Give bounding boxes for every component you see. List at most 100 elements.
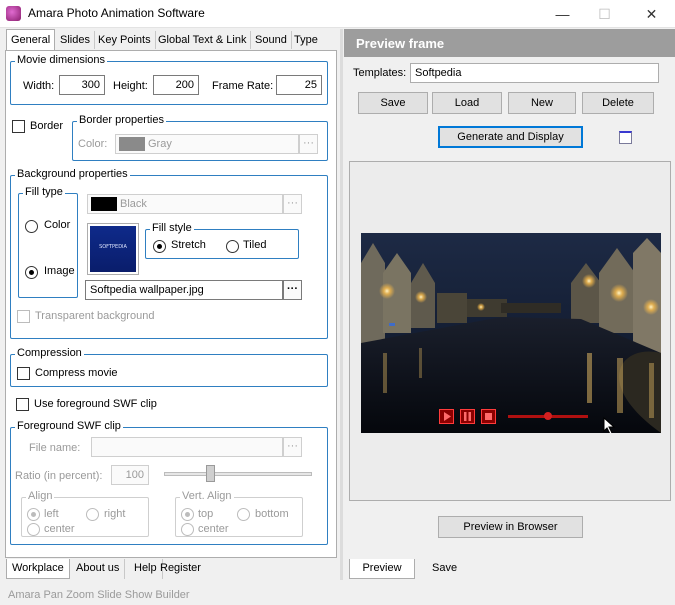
border-color-browse-button[interactable]: ··· [299,134,318,154]
frame-rate-input[interactable]: 25 [276,75,322,95]
background-image-file-input[interactable]: Softpedia wallpaper.jpg [85,280,283,300]
border-checkbox[interactable] [12,120,25,133]
right-bottom-tabs: Preview Save [349,559,675,579]
valign-center-radio[interactable] [181,523,194,536]
width-label: Width: [23,80,55,92]
background-color-field[interactable]: Black [87,194,283,214]
thumbnail-text: SOFTPEDIA [90,226,136,272]
transparent-background-label: Transparent background [35,310,155,322]
tab-general[interactable]: General [6,29,56,50]
window-icon[interactable] [619,131,632,144]
stretch-label: Stretch [171,239,206,251]
compress-movie-checkbox[interactable] [17,367,30,380]
background-properties-title: Background properties [15,168,130,180]
frame-rate-label: Frame Rate: [212,80,274,92]
ratio-slider-thumb[interactable] [205,465,215,482]
valign-bottom-label: bottom [255,508,289,520]
status-bar: Amara Pan Zoom Slide Show Builder [8,589,190,601]
mouse-cursor-icon [603,417,616,433]
ratio-label: Ratio (in percent): [15,470,103,482]
align-center-label: center [44,523,75,535]
delete-template-button[interactable]: Delete [582,92,654,114]
fill-style-title: Fill style [150,222,194,234]
stop-icon [485,413,492,420]
ratio-input[interactable]: 100 [111,465,149,485]
fill-type-title: Fill type [23,186,65,198]
fill-type-group: Fill type Color Image [18,186,78,298]
playback-thumb[interactable] [544,412,552,420]
close-button[interactable]: ✕ [629,0,674,28]
save-template-button[interactable]: Save [358,92,428,114]
border-properties-title: Border properties [77,114,166,126]
background-properties-group: Background properties Fill type Color Im… [10,168,328,339]
settings-tabs: General Slides Key Points Global Text & … [6,29,336,50]
tab-slides[interactable]: Slides [56,31,95,49]
tab-sound[interactable]: Sound [251,31,292,49]
width-input[interactable]: 300 [59,75,105,95]
height-input[interactable]: 200 [153,75,199,95]
align-left-radio[interactable] [27,508,40,521]
background-image-browse-button[interactable]: ··· [283,280,302,300]
templates-input[interactable]: Softpedia [410,63,659,83]
compression-title: Compression [15,347,84,359]
load-template-button[interactable]: Load [432,92,502,114]
general-panel: Movie dimensions Width: 300 Height: 200 … [5,50,337,558]
border-color-swatch [119,137,145,151]
compress-movie-label: Compress movie [35,367,118,379]
tiled-radio[interactable] [226,240,239,253]
maximize-button[interactable]: ☐ [582,0,627,28]
foreground-swf-title: Foreground SWF clip [15,420,123,432]
file-name-label: File name: [29,442,81,454]
stop-button[interactable] [481,409,496,424]
valign-top-label: top [198,508,214,520]
panel-divider[interactable] [340,29,343,580]
background-color-browse-button[interactable]: ··· [283,194,302,214]
border-color-label: Color: [78,138,108,150]
valign-bottom-radio[interactable] [237,508,250,521]
valign-top-radio[interactable] [181,508,194,521]
play-button[interactable] [439,409,454,424]
tab-workplace[interactable]: Workplace [6,559,70,579]
align-center-radio[interactable] [27,523,40,536]
minimize-button[interactable]: — [540,0,585,28]
compression-group: Compression Compress movie [10,347,328,387]
vert-align-title: Vert. Align [180,490,234,502]
app-icon [6,6,21,21]
window-title: Amara Photo Animation Software [28,6,205,20]
tab-save[interactable]: Save [427,559,462,579]
swf-browse-button[interactable]: ··· [283,437,302,457]
tab-type[interactable]: Type [290,31,322,49]
border-color-field[interactable]: Gray [115,134,299,154]
pause-icon [464,412,471,421]
fill-color-label: Color [44,219,71,231]
border-properties-group: Border properties Color: Gray ··· [72,114,328,161]
tab-register[interactable]: Register [155,559,206,579]
align-right-label: right [104,508,126,520]
transparent-background-checkbox[interactable] [17,310,30,323]
ratio-slider-track[interactable] [164,472,312,476]
generate-and-display-button[interactable]: Generate and Display [438,126,583,148]
fill-style-group: Fill style Stretch Tiled [145,222,299,259]
align-group: Align left right center [21,490,149,537]
align-right-radio[interactable] [86,508,99,521]
preview-in-browser-button[interactable]: Preview in Browser [438,516,583,538]
stretch-radio[interactable] [153,240,166,253]
new-template-button[interactable]: New [508,92,576,114]
tab-key-points[interactable]: Key Points [94,31,156,49]
fill-image-radio[interactable] [25,266,38,279]
fill-image-label: Image [44,265,75,277]
movie-dimensions-title: Movie dimensions [15,54,108,66]
tab-about-us[interactable]: About us [71,559,126,579]
use-foreground-checkbox[interactable] [16,398,29,411]
valign-center-label: center [198,523,229,535]
vert-align-group: Vert. Align top bottom center [175,490,303,537]
fill-color-radio[interactable] [25,220,38,233]
left-bottom-tabs: Workplace About us Help Register [6,559,336,579]
preview-image-canvas [361,233,661,433]
align-title: Align [26,490,55,502]
movie-dimensions-group: Movie dimensions Width: 300 Height: 200 … [10,54,328,105]
tab-preview[interactable]: Preview [349,559,415,579]
tab-global-text-link[interactable]: Global Text & Link [154,31,252,49]
swf-file-input[interactable] [91,437,283,457]
pause-button[interactable] [460,409,475,424]
